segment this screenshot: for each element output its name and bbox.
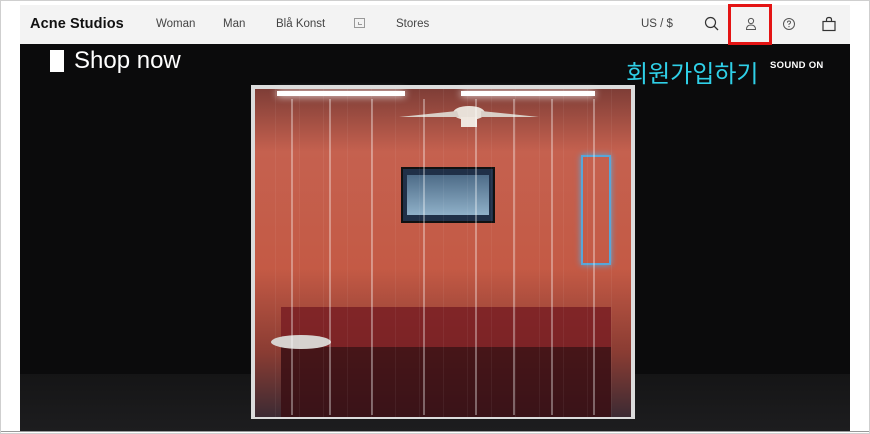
bottom-divider: [0, 431, 870, 432]
sound-toggle-button[interactable]: SOUND ON: [770, 60, 824, 71]
account-icon[interactable]: [741, 14, 761, 34]
help-icon[interactable]: [779, 14, 799, 34]
shop-now-bar: [50, 50, 64, 72]
nav-man[interactable]: Man: [223, 18, 245, 30]
browser-viewport: Acne Studios Woman Man Blå Konst Stores …: [0, 0, 870, 434]
tv-icon[interactable]: [354, 18, 365, 28]
nav-bla-konst[interactable]: Blå Konst: [276, 18, 325, 30]
nav-stores[interactable]: Stores: [396, 18, 429, 30]
signup-annotation-label: 회원가입하기: [626, 61, 759, 88]
shop-now-label: Shop now: [74, 47, 181, 74]
hero-video[interactable]: Shop now 회원가입하기 SOUND ON: [20, 44, 850, 431]
acne-studios-logo[interactable]: Acne Studios: [30, 16, 124, 32]
site-header: Acne Studios Woman Man Blå Konst Stores …: [20, 5, 850, 44]
search-icon[interactable]: [702, 14, 722, 34]
shop-now-link[interactable]: Shop now: [50, 46, 181, 76]
booth-frame: [251, 85, 635, 419]
currency-selector[interactable]: US / $: [641, 18, 673, 30]
bag-icon[interactable]: [819, 14, 839, 34]
hero-installation-image: [251, 85, 635, 419]
nav-woman[interactable]: Woman: [156, 18, 195, 30]
